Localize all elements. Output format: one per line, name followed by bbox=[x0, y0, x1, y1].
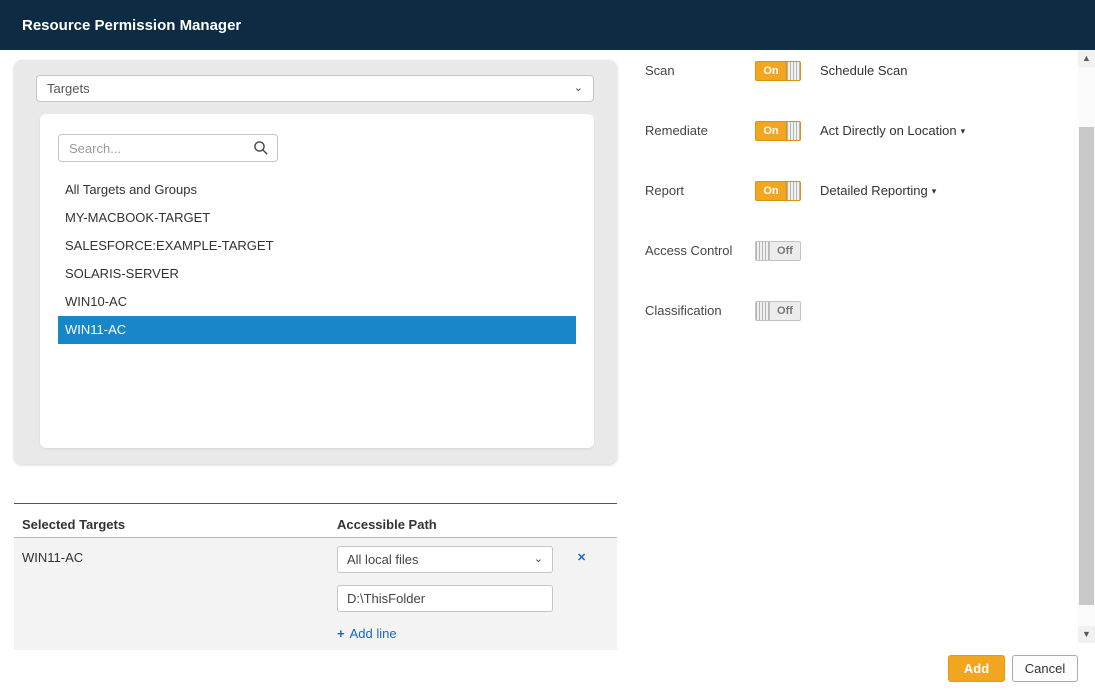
path-type-value: All local files bbox=[347, 552, 419, 567]
path-type-select[interactable]: All local files ⌄ bbox=[337, 546, 553, 573]
scroll-down-icon[interactable]: ▼ bbox=[1078, 626, 1095, 643]
option-label: Classification bbox=[645, 303, 755, 318]
target-list-item[interactable]: SALESFORCE:EXAMPLE-TARGET bbox=[58, 232, 576, 260]
target-list-item[interactable]: WIN10-AC bbox=[58, 288, 576, 316]
page-title: Resource Permission Manager bbox=[22, 17, 241, 34]
scroll-up-icon[interactable]: ▲ bbox=[1078, 50, 1095, 67]
footer-actions: Add Cancel bbox=[948, 655, 1078, 682]
toggle-grip-icon bbox=[786, 122, 800, 140]
separator bbox=[14, 503, 617, 504]
toggle-state-label: Off bbox=[770, 302, 800, 320]
access-control-toggle[interactable]: Off bbox=[755, 241, 801, 261]
scan-toggle[interactable]: On bbox=[755, 61, 801, 81]
option-label: Scan bbox=[645, 63, 755, 78]
target-picker-panel: Targets ⌄ All Targets and GroupsMY-MACBO… bbox=[14, 60, 617, 464]
window-titlebar: Resource Permission Manager bbox=[0, 0, 1095, 50]
target-type-value: Targets bbox=[47, 81, 90, 96]
scan-option-value: Schedule Scan bbox=[820, 63, 907, 78]
remediate-option-value[interactable]: Act Directly on Location▾ bbox=[820, 123, 965, 138]
path-input[interactable] bbox=[337, 585, 553, 612]
search-input[interactable] bbox=[58, 134, 278, 162]
caret-down-icon: ▾ bbox=[932, 186, 937, 196]
target-list-item[interactable]: MY-MACBOOK-TARGET bbox=[58, 204, 576, 232]
target-type-select[interactable]: Targets ⌄ bbox=[36, 75, 594, 102]
option-label: Access Control bbox=[645, 243, 755, 258]
option-row: RemediateOn Act Directly on Location▾ bbox=[645, 120, 1065, 141]
target-list-panel: All Targets and GroupsMY-MACBOOK-TARGETS… bbox=[40, 114, 594, 448]
vertical-scrollbar: ▲ ▼ bbox=[1078, 50, 1095, 643]
option-label: Report bbox=[645, 183, 755, 198]
report-toggle[interactable]: On bbox=[755, 181, 801, 201]
option-row: ReportOn Detailed Reporting▾ bbox=[645, 180, 1065, 201]
scrollbar-thumb[interactable] bbox=[1079, 127, 1094, 605]
option-row: Classification Off bbox=[645, 300, 1065, 321]
target-list-item[interactable]: WIN11-AC bbox=[58, 316, 576, 344]
toggle-state-label: On bbox=[756, 62, 786, 80]
add-button[interactable]: Add bbox=[948, 655, 1005, 682]
add-line-label: Add line bbox=[350, 626, 397, 641]
remove-row-icon[interactable]: ✕ bbox=[577, 551, 586, 564]
target-list: All Targets and GroupsMY-MACBOOK-TARGETS… bbox=[58, 176, 576, 344]
toggle-grip-icon bbox=[756, 302, 770, 320]
toggle-state-label: On bbox=[756, 182, 786, 200]
option-label: Remediate bbox=[645, 123, 755, 138]
search-box bbox=[58, 134, 278, 162]
plus-icon: + bbox=[337, 626, 345, 641]
option-row: ScanOn Schedule Scan bbox=[645, 60, 1065, 81]
col-selected-targets: Selected Targets bbox=[22, 517, 125, 532]
toggle-state-label: On bbox=[756, 122, 786, 140]
target-cell: WIN11-AC bbox=[22, 550, 83, 565]
chevron-down-icon: ⌄ bbox=[574, 83, 583, 94]
table-row: WIN11-AC All local files ⌄ ✕ + Add line bbox=[14, 538, 617, 650]
col-accessible-path: Accessible Path bbox=[337, 517, 437, 532]
cancel-button[interactable]: Cancel bbox=[1012, 655, 1078, 682]
option-row: Access Control Off bbox=[645, 240, 1065, 261]
chevron-down-icon: ⌄ bbox=[534, 554, 543, 565]
add-line-link[interactable]: + Add line bbox=[337, 626, 397, 641]
caret-down-icon: ▾ bbox=[961, 126, 966, 136]
report-option-value[interactable]: Detailed Reporting▾ bbox=[820, 183, 936, 198]
toggle-grip-icon bbox=[756, 242, 770, 260]
selected-table-header: Selected Targets Accessible Path bbox=[14, 511, 617, 538]
search-icon bbox=[253, 140, 269, 156]
target-list-item[interactable]: SOLARIS-SERVER bbox=[58, 260, 576, 288]
toggle-grip-icon bbox=[786, 62, 800, 80]
toggle-grip-icon bbox=[786, 182, 800, 200]
remediate-toggle[interactable]: On bbox=[755, 121, 801, 141]
target-list-item[interactable]: All Targets and Groups bbox=[58, 176, 576, 204]
toggle-state-label: Off bbox=[770, 242, 800, 260]
options-panel: ScanOnSchedule ScanRemediateOnAct Direct… bbox=[645, 60, 1065, 360]
classification-toggle[interactable]: Off bbox=[755, 301, 801, 321]
